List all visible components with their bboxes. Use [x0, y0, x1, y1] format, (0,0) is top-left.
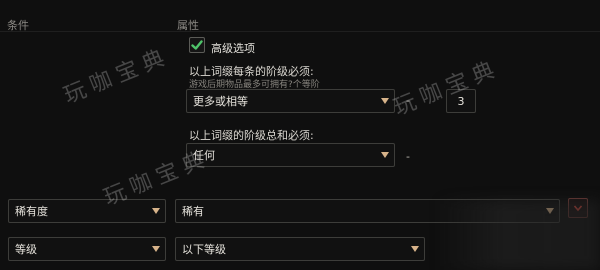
chevron-down-icon: [152, 208, 160, 214]
affix-total-operator-dropdown[interactable]: 任何: [186, 143, 395, 167]
chevron-down-icon: [411, 246, 419, 252]
chevron-down-icon: [381, 98, 389, 104]
advanced-options-label: 高级选项: [211, 42, 255, 55]
attribute-dropdown-level[interactable]: 以下等级: [175, 237, 425, 261]
affix-total-label: 以上词缀的阶级总和必须:: [189, 129, 314, 142]
dropdown-value: 更多或相等: [193, 95, 248, 108]
blurred-region: [436, 200, 600, 270]
chevron-down-icon: [152, 246, 160, 252]
checkmark-icon: [191, 40, 203, 50]
condition-dropdown-level[interactable]: 等级: [8, 237, 166, 261]
dropdown-value: 稀有度: [15, 205, 48, 218]
dropdown-value: 稀有: [182, 205, 204, 218]
range-dash: -: [406, 150, 410, 163]
watermark: 玩咖宝典: [60, 43, 174, 109]
dropdown-value: 以下等级: [182, 243, 226, 256]
header-divider: [0, 31, 600, 32]
dropdown-value: 等级: [15, 243, 37, 256]
filter-panel: 条件 属性 高级选项 以上词缀每条的阶级必须: 游戏后期物品最多可拥有?个等阶 …: [0, 0, 600, 270]
affix-each-operator-dropdown[interactable]: 更多或相等: [186, 89, 395, 113]
chevron-down-icon: [381, 152, 389, 158]
advanced-options-checkbox[interactable]: [189, 37, 205, 53]
condition-dropdown-rarity[interactable]: 稀有度: [8, 199, 166, 223]
